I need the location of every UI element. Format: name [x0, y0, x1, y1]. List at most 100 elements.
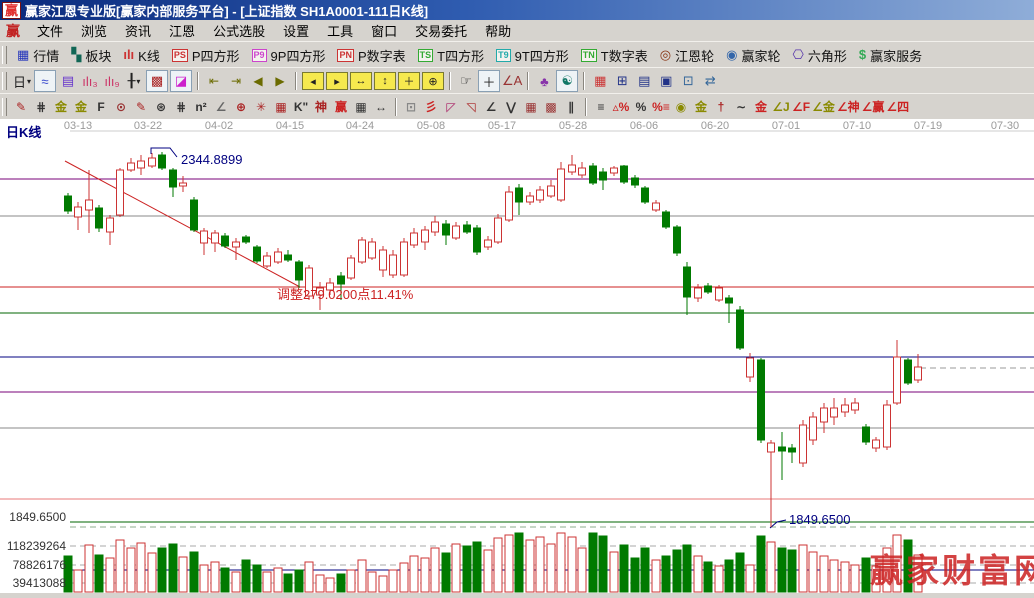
- 9t-square-button[interactable]: T9 9T四方形: [490, 45, 575, 66]
- trend-overlay-icon[interactable]: ≈: [34, 70, 56, 92]
- zoom-diamond-expand[interactable]: ＋: [398, 72, 420, 90]
- crosshair-tool-icon[interactable]: ＋: [478, 70, 500, 92]
- toolbar-grip[interactable]: [2, 46, 7, 64]
- angle-tool[interactable]: ∠: [212, 98, 230, 116]
- percent-lines-tool[interactable]: %≡: [652, 98, 670, 116]
- zoom-diamond-horizontal[interactable]: ↔: [350, 72, 372, 90]
- percent-triangle-tool[interactable]: ▵%: [612, 98, 630, 116]
- gold-red-tool[interactable]: 金: [752, 98, 770, 116]
- zoom-diamond-vertical[interactable]: ↕: [374, 72, 396, 90]
- menu-browse[interactable]: 浏览: [72, 20, 116, 41]
- p-square-button[interactable]: PS P四方形: [166, 45, 246, 66]
- k-notation-tool[interactable]: K": [292, 98, 310, 116]
- save-icon[interactable]: ▣: [656, 71, 676, 91]
- v-lines-tool[interactable]: ⋁: [502, 98, 520, 116]
- hand-tool-icon[interactable]: ☞: [456, 71, 476, 91]
- gann-wheel-button[interactable]: ◎ 江恩轮: [654, 45, 720, 66]
- menu-trade-order[interactable]: 交易委托: [406, 20, 476, 41]
- pattern-overlay-icon[interactable]: ▩: [146, 70, 168, 92]
- gann-circle-tool[interactable]: ⊛: [152, 98, 170, 116]
- kline-button[interactable]: ılı K线: [117, 45, 166, 66]
- toolbar-draw: ✎ ⋕ 金金 F ⊙ ✎ ⊛ ⋕ n² ∠ ⊕ ✳ ▦ K" 神赢 ▦ ↔ ⊡ 彡 ◸ ◹ ∠ ⋁ ▦ ▩ ∥ ≡ ▵%% %≡ ◉ 金 † ∼…: [0, 93, 1034, 120]
- gold-circle-tool[interactable]: ◉: [672, 98, 690, 116]
- calendar-icon[interactable]: ▦: [590, 71, 610, 91]
- plain-fence-tool[interactable]: ⋕: [172, 98, 190, 116]
- wave-tool[interactable]: ∼: [732, 98, 750, 116]
- j-angle-tool[interactable]: ∠J: [772, 98, 790, 116]
- angle-rays-tool[interactable]: ∠: [482, 98, 500, 116]
- gold-fence-tool-2[interactable]: 金: [72, 98, 90, 116]
- box-rays-tool-2[interactable]: ◹: [462, 98, 480, 116]
- draw-pen-tool[interactable]: ✎: [12, 98, 30, 116]
- grid-tool[interactable]: ▦: [352, 98, 370, 116]
- menu-file[interactable]: 文件: [28, 20, 72, 41]
- nav-first-button[interactable]: ⇤: [204, 71, 224, 91]
- smart-analysis-icon[interactable]: ☯: [556, 70, 579, 92]
- rays-fan-tool[interactable]: 彡: [422, 98, 440, 116]
- box-rays-tool-1[interactable]: ◸: [442, 98, 460, 116]
- shen-grid-tool[interactable]: 神: [312, 98, 330, 116]
- four-angle-tool[interactable]: ∠四: [886, 98, 909, 116]
- menu-gann[interactable]: 江恩: [160, 20, 204, 41]
- color-chart-icon[interactable]: ◪: [170, 70, 192, 92]
- hexagon-button[interactable]: ⎔ 六角形: [786, 45, 852, 66]
- quotes-button[interactable]: ▦ 行情: [11, 45, 65, 66]
- nav-next-button[interactable]: ▶: [270, 71, 290, 91]
- sync-icon[interactable]: ⇄: [700, 71, 720, 91]
- menu-tools[interactable]: 工具: [318, 20, 362, 41]
- menu-formula-stock-pick[interactable]: 公式选股: [204, 20, 274, 41]
- box-tool[interactable]: ⊡: [402, 98, 420, 116]
- parallel-lines-tool[interactable]: ∥: [562, 98, 580, 116]
- fence-tool[interactable]: ⋕: [32, 98, 50, 116]
- period-day-dropdown[interactable]: 日 ▾: [12, 71, 32, 91]
- gold-fence-tool-1[interactable]: 金: [52, 98, 70, 116]
- bars-9-icon[interactable]: ılı₉: [102, 71, 122, 91]
- zoom-diamond-left[interactable]: ◂: [302, 72, 324, 90]
- calculator-icon[interactable]: ⊞: [612, 71, 632, 91]
- toolbar-grip[interactable]: [2, 97, 7, 116]
- 9p-square-button[interactable]: P9 9P四方形: [246, 45, 332, 66]
- percent-bars-tool[interactable]: ≡: [592, 98, 610, 116]
- percent-tool[interactable]: %: [632, 98, 650, 116]
- menu-settings[interactable]: 设置: [274, 20, 318, 41]
- zoom-diamond-all[interactable]: ⊕: [422, 72, 444, 90]
- shen-angle-tool[interactable]: ∠神: [837, 98, 860, 116]
- winner-service-button[interactable]: $ 赢家服务: [853, 45, 928, 66]
- kline-chart[interactable]: 03-13 03-22 04-02 04-15 04-24 05-08 05-17 05-28…: [0, 119, 1034, 593]
- gann-grid-tool[interactable]: ▦: [522, 98, 540, 116]
- gold-lines-tool[interactable]: 金: [692, 98, 710, 116]
- info-panel-icon[interactable]: ▤: [58, 71, 78, 91]
- candle-style-dropdown[interactable]: ╂ ▾: [124, 71, 144, 91]
- menu-window[interactable]: 窗口: [362, 20, 406, 41]
- t-number-table-button[interactable]: TN T数字表: [575, 45, 654, 66]
- p-number-table-button[interactable]: PN P数字表: [331, 45, 411, 66]
- sectors-button[interactable]: ▚ 板块: [65, 45, 117, 66]
- f-angle-tool[interactable]: ∠F: [792, 98, 810, 116]
- width-arrow-tool[interactable]: ↔: [372, 98, 390, 116]
- grid-circle-tool[interactable]: ▦: [272, 98, 290, 116]
- gold-angle-tool[interactable]: ∠金: [812, 98, 835, 116]
- angle-measure-icon[interactable]: ∠A: [502, 71, 522, 91]
- ying-grid-tool[interactable]: 赢: [332, 98, 350, 116]
- notepad-icon[interactable]: ▤: [634, 71, 654, 91]
- spiral-tool[interactable]: ⊙: [112, 98, 130, 116]
- f-fence-tool[interactable]: F: [92, 98, 110, 116]
- zoom-diamond-right[interactable]: ▸: [326, 72, 348, 90]
- toolbar-grip[interactable]: [2, 72, 7, 90]
- candle-pen-tool[interactable]: †: [712, 98, 730, 116]
- gann-grid-box-tool[interactable]: ▩: [542, 98, 560, 116]
- export-icon[interactable]: ⊡: [678, 71, 698, 91]
- bars-3-icon[interactable]: ılı₃: [80, 71, 100, 91]
- t-square-button[interactable]: TS T四方形: [412, 45, 490, 66]
- circle-cross-tool[interactable]: ⊕: [232, 98, 250, 116]
- nav-prev-button[interactable]: ◀: [248, 71, 268, 91]
- nav-last-button[interactable]: ⇥: [226, 71, 246, 91]
- menu-help[interactable]: 帮助: [476, 20, 520, 41]
- tree-view-icon[interactable]: ♣: [534, 71, 554, 91]
- n-square-tool[interactable]: n²: [192, 98, 210, 116]
- brush-tool[interactable]: ✎: [132, 98, 150, 116]
- star-circle-tool[interactable]: ✳: [252, 98, 270, 116]
- winner-wheel-button[interactable]: ◉ 赢家轮: [720, 45, 786, 66]
- menu-news[interactable]: 资讯: [116, 20, 160, 41]
- ying-angle-tool[interactable]: ∠赢: [862, 98, 885, 116]
